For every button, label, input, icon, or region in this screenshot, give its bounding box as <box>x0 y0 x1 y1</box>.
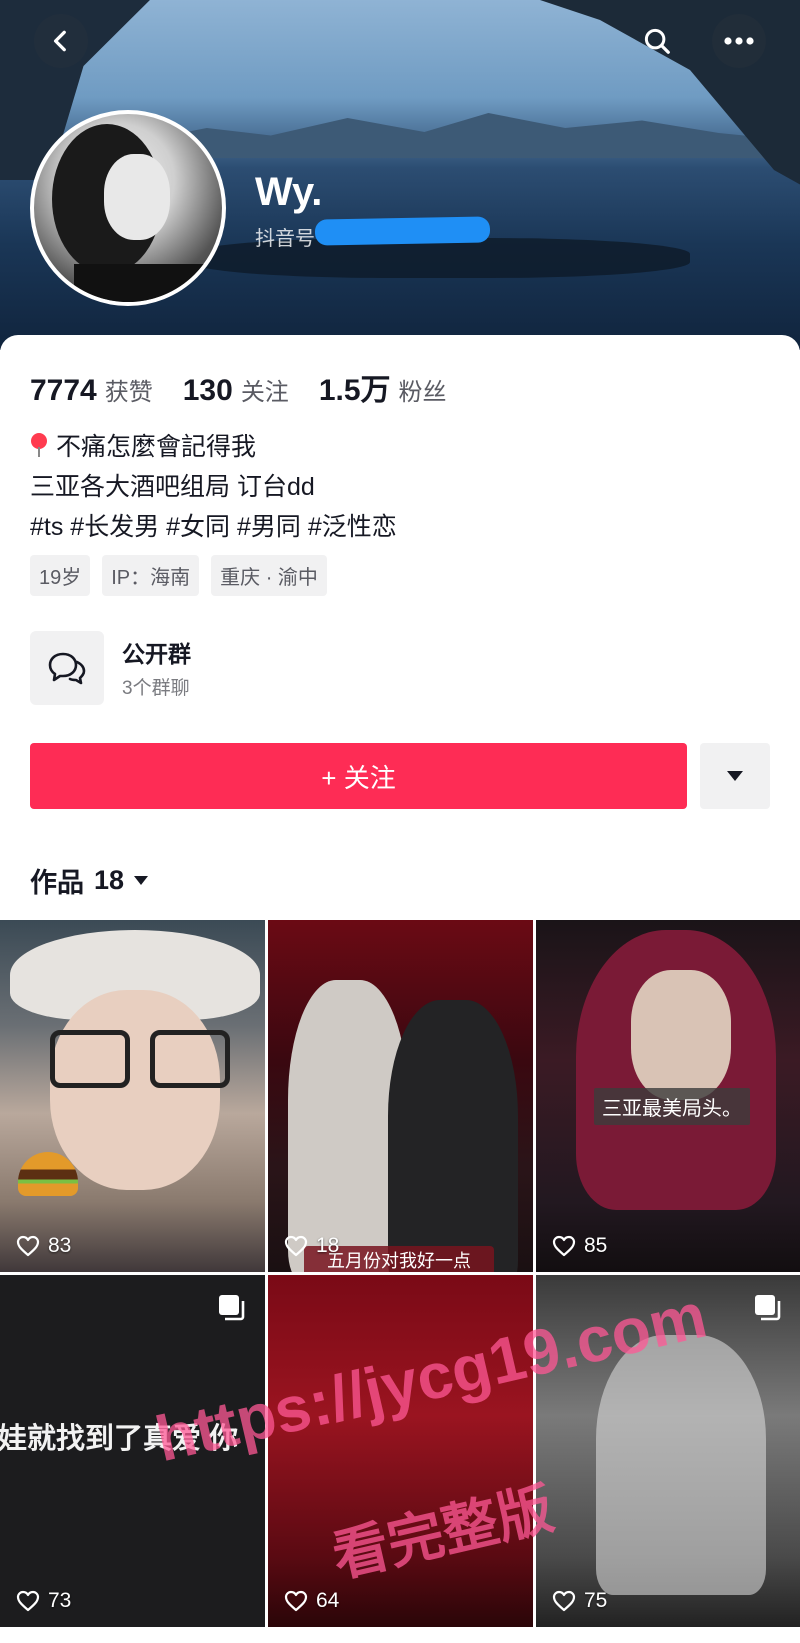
profile-bio: 不痛怎麼會記得我 三亚各大酒吧组局 订台dd #ts #长发男 #女同 #男同 … <box>30 427 397 547</box>
like-count-text: 83 <box>48 1234 72 1257</box>
recommend-dropdown-button[interactable] <box>700 743 770 809</box>
bio-line-1-text: 不痛怎麼會記得我 <box>56 433 257 461</box>
profile-name: Wy. <box>255 170 323 214</box>
caret-down-icon <box>727 771 743 781</box>
avatar-face <box>104 154 170 240</box>
like-count: 85 <box>552 1234 607 1258</box>
group-icon-box <box>30 631 104 705</box>
heart-icon <box>284 1590 308 1612</box>
bio-line-3: #ts #长发男 #女同 #男同 #泛性恋 <box>30 513 397 541</box>
thumb-face <box>631 970 731 1100</box>
heart-icon <box>552 1235 576 1257</box>
like-count-text: 64 <box>316 1589 340 1612</box>
like-count-text: 75 <box>584 1589 608 1612</box>
like-count: 18 <box>284 1234 339 1258</box>
video-thumbnail[interactable]: 三亚最美局头。 85 <box>536 920 800 1272</box>
heart-icon <box>16 1590 40 1612</box>
stat-label: 获赞 <box>104 379 153 406</box>
profile-tags: 19岁 IP：海南 重庆 · 渝中 <box>30 555 339 596</box>
video-thumbnail[interactable]: 五月份对我好一点 18 <box>268 920 533 1272</box>
profile-card: 7774 获赞 130 关注 1.5万 粉丝 不痛怎麼會記得我 三亚各大酒吧组局… <box>0 335 800 1643</box>
more-dots-icon <box>724 37 754 45</box>
follow-button[interactable]: + 关注 <box>30 743 687 809</box>
search-icon <box>644 28 670 54</box>
douyin-id-label: 抖音号 <box>255 228 315 250</box>
search-button[interactable] <box>630 14 684 68</box>
back-button[interactable] <box>34 14 88 68</box>
group-subtitle: 3个群聊 <box>122 678 190 699</box>
thumb-glasses <box>50 1030 130 1088</box>
avatar[interactable] <box>30 110 226 306</box>
stat-followers[interactable]: 1.5万 粉丝 <box>319 365 447 409</box>
stat-following[interactable]: 130 关注 <box>183 372 289 408</box>
stats-row: 7774 获赞 130 关注 1.5万 粉丝 <box>30 365 477 409</box>
heart-icon <box>16 1235 40 1257</box>
avatar-clothing <box>74 264 204 302</box>
bio-line-1: 不痛怎麼會記得我 <box>30 427 397 467</box>
tag-ip: IP：海南 <box>102 555 200 596</box>
like-count: 73 <box>16 1589 71 1613</box>
video-thumbnail[interactable]: 83 <box>0 920 265 1272</box>
stat-number: 130 <box>182 374 233 407</box>
stat-likes[interactable]: 7774 获赞 <box>30 372 153 408</box>
chevron-left-icon <box>53 30 66 52</box>
heart-icon <box>284 1235 308 1257</box>
profile-cover: Wy. 抖音号 <box>0 0 800 350</box>
stat-number: 1.5万 <box>318 374 391 407</box>
tag-location[interactable]: 重庆 · 渝中 <box>211 555 327 596</box>
thumb-face <box>50 990 220 1190</box>
like-count-text: 85 <box>584 1234 608 1257</box>
works-label: 作品 <box>30 868 84 898</box>
works-count: 18 <box>94 865 125 895</box>
group-title: 公开群 <box>122 641 191 667</box>
stat-number: 7774 <box>30 374 97 407</box>
more-button[interactable] <box>712 14 766 68</box>
multi-image-icon <box>755 1295 781 1321</box>
heart-icon <box>552 1590 576 1612</box>
like-count-text: 18 <box>316 1234 340 1257</box>
like-count: 64 <box>284 1589 339 1613</box>
chat-bubbles-icon <box>48 652 86 685</box>
thumb-sketch <box>596 1335 766 1595</box>
thumb-glasses <box>150 1030 230 1088</box>
tag-age: 19岁 <box>30 555 91 596</box>
like-count-text: 73 <box>48 1589 72 1612</box>
public-group[interactable]: 公开群 3个群聊 <box>30 631 430 707</box>
like-count: 75 <box>552 1589 607 1613</box>
thumb-person <box>388 1000 518 1272</box>
video-caption: 三亚最美局头。 <box>594 1088 750 1125</box>
caret-down-icon <box>134 876 149 885</box>
bio-line-2: 三亚各大酒吧组局 订台dd <box>30 473 315 501</box>
location-pin-icon <box>30 433 48 457</box>
cover-mountains <box>130 113 770 158</box>
stat-label: 粉丝 <box>398 379 447 406</box>
multi-image-icon <box>219 1295 245 1321</box>
stat-label: 关注 <box>240 379 289 406</box>
works-tab[interactable]: 作品 18 <box>30 861 149 900</box>
like-count: 83 <box>16 1234 71 1258</box>
redacted-id <box>314 216 491 246</box>
